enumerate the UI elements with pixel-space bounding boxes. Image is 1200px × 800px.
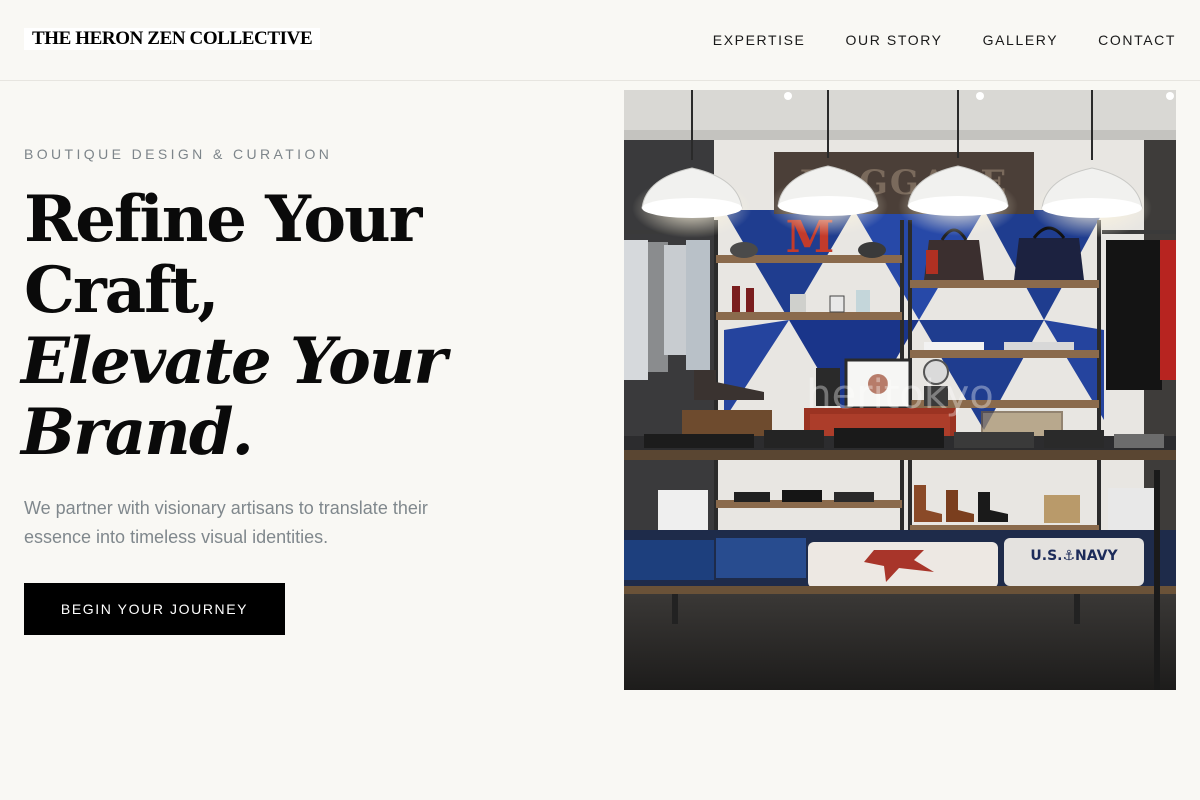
brand-logo[interactable]: THE HERON ZEN COLLECTIVE (24, 28, 321, 50)
image-watermark: heritokyo (806, 372, 994, 418)
nav-link-gallery[interactable]: GALLERY (983, 30, 1059, 50)
nav-link-expertise[interactable]: EXPERTISE (713, 30, 806, 50)
headline-line-1: Refine Your (24, 182, 422, 257)
hero-image-boutique-interior: BAGGAGE M U.S.⚓NAVY heritokyo (624, 90, 1176, 690)
hero-eyebrow: BOUTIQUE DESIGN & CURATION (24, 146, 333, 162)
main-nav: EXPERTISE OUR STORY GALLERY CONTACT (713, 30, 1176, 50)
headline-line-2: Craft, (24, 253, 220, 328)
nav-link-contact[interactable]: CONTACT (1098, 30, 1176, 50)
hero-subtitle: We partner with visionary artisans to tr… (24, 498, 428, 547)
begin-journey-button[interactable]: BEGIN YOUR JOURNEY (24, 583, 285, 635)
nav-link-our-story[interactable]: OUR STORY (846, 30, 943, 50)
sweatshirt-text: U.S.⚓NAVY (1030, 548, 1118, 564)
hero-headline: Refine Your Craft, Elevate Your Brand. (21, 182, 584, 470)
headline-line-3: Elevate Your (21, 324, 447, 399)
site-header: THE HERON ZEN COLLECTIVE EXPERTISE OUR S… (0, 0, 1200, 81)
headline-line-4: Brand. (21, 395, 254, 470)
